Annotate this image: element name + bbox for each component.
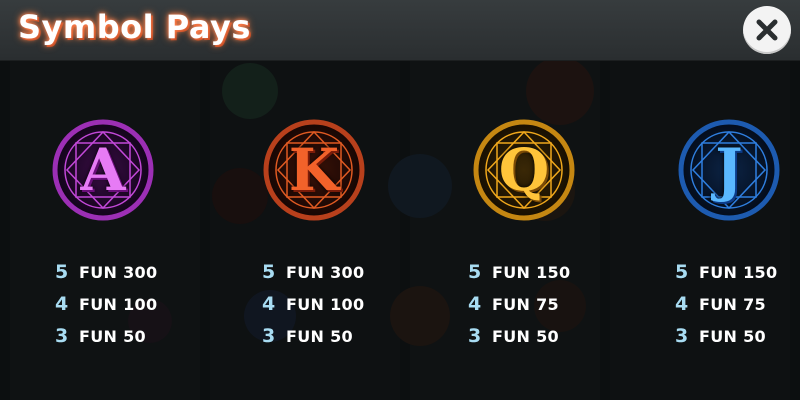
page-title: Symbol Pays bbox=[18, 8, 251, 46]
pay-count: 3 bbox=[55, 325, 69, 347]
symbol-j: J bbox=[677, 118, 781, 222]
pay-value: FUN 150 bbox=[492, 262, 571, 282]
symbol-q: Q bbox=[472, 118, 576, 222]
pay-row: 5 FUN 300 bbox=[262, 256, 402, 288]
pay-count: 5 bbox=[55, 261, 69, 283]
pay-value: FUN 75 bbox=[699, 294, 766, 314]
paytable-k: 5 FUN 300 4 FUN 100 3 FUN 50 bbox=[262, 256, 402, 352]
pay-count: 3 bbox=[675, 325, 689, 347]
pay-count: 3 bbox=[468, 325, 482, 347]
paytable-j: 5 FUN 150 4 FUN 75 3 FUN 50 bbox=[675, 256, 795, 352]
pay-value: FUN 50 bbox=[492, 326, 559, 346]
paytable-q: 5 FUN 150 4 FUN 75 3 FUN 50 bbox=[468, 256, 608, 352]
pay-row: 5 FUN 150 bbox=[675, 256, 795, 288]
pay-value: FUN 300 bbox=[286, 262, 365, 282]
pay-count: 5 bbox=[262, 261, 276, 283]
pay-count: 4 bbox=[468, 293, 482, 315]
pay-value: FUN 100 bbox=[79, 294, 158, 314]
symbol-k: K bbox=[262, 118, 366, 222]
pay-count: 3 bbox=[262, 325, 276, 347]
symbol-q-letter: Q bbox=[498, 136, 550, 204]
symbol-j-letter: J bbox=[715, 136, 743, 204]
pay-value: FUN 75 bbox=[492, 294, 559, 314]
pay-row: 3 FUN 50 bbox=[55, 320, 195, 352]
pay-count: 4 bbox=[55, 293, 69, 315]
pay-value: FUN 50 bbox=[79, 326, 146, 346]
symbol-a-letter: A bbox=[80, 136, 126, 204]
pay-row: 3 FUN 50 bbox=[675, 320, 795, 352]
pay-row: 4 FUN 75 bbox=[468, 288, 608, 320]
pay-value: FUN 50 bbox=[699, 326, 766, 346]
pay-count: 4 bbox=[262, 293, 276, 315]
pay-row: 5 FUN 300 bbox=[55, 256, 195, 288]
pay-row: 4 FUN 75 bbox=[675, 288, 795, 320]
pay-count: 4 bbox=[675, 293, 689, 315]
symbol-k-letter: K bbox=[288, 136, 340, 204]
pay-row: 4 FUN 100 bbox=[262, 288, 402, 320]
pay-row: 5 FUN 150 bbox=[468, 256, 608, 288]
pay-count: 5 bbox=[675, 261, 689, 283]
pay-value: FUN 100 bbox=[286, 294, 365, 314]
close-button[interactable] bbox=[743, 6, 791, 54]
pay-value: FUN 150 bbox=[699, 262, 778, 282]
pay-count: 5 bbox=[468, 261, 482, 283]
header-bar: Symbol Pays bbox=[0, 0, 800, 61]
pay-row: 3 FUN 50 bbox=[468, 320, 608, 352]
pay-value: FUN 50 bbox=[286, 326, 353, 346]
close-icon bbox=[756, 19, 778, 41]
symbol-a: A bbox=[51, 118, 155, 222]
paytable-a: 5 FUN 300 4 FUN 100 3 FUN 50 bbox=[55, 256, 195, 352]
pay-row: 4 FUN 100 bbox=[55, 288, 195, 320]
pay-row: 3 FUN 50 bbox=[262, 320, 402, 352]
pay-value: FUN 300 bbox=[79, 262, 158, 282]
